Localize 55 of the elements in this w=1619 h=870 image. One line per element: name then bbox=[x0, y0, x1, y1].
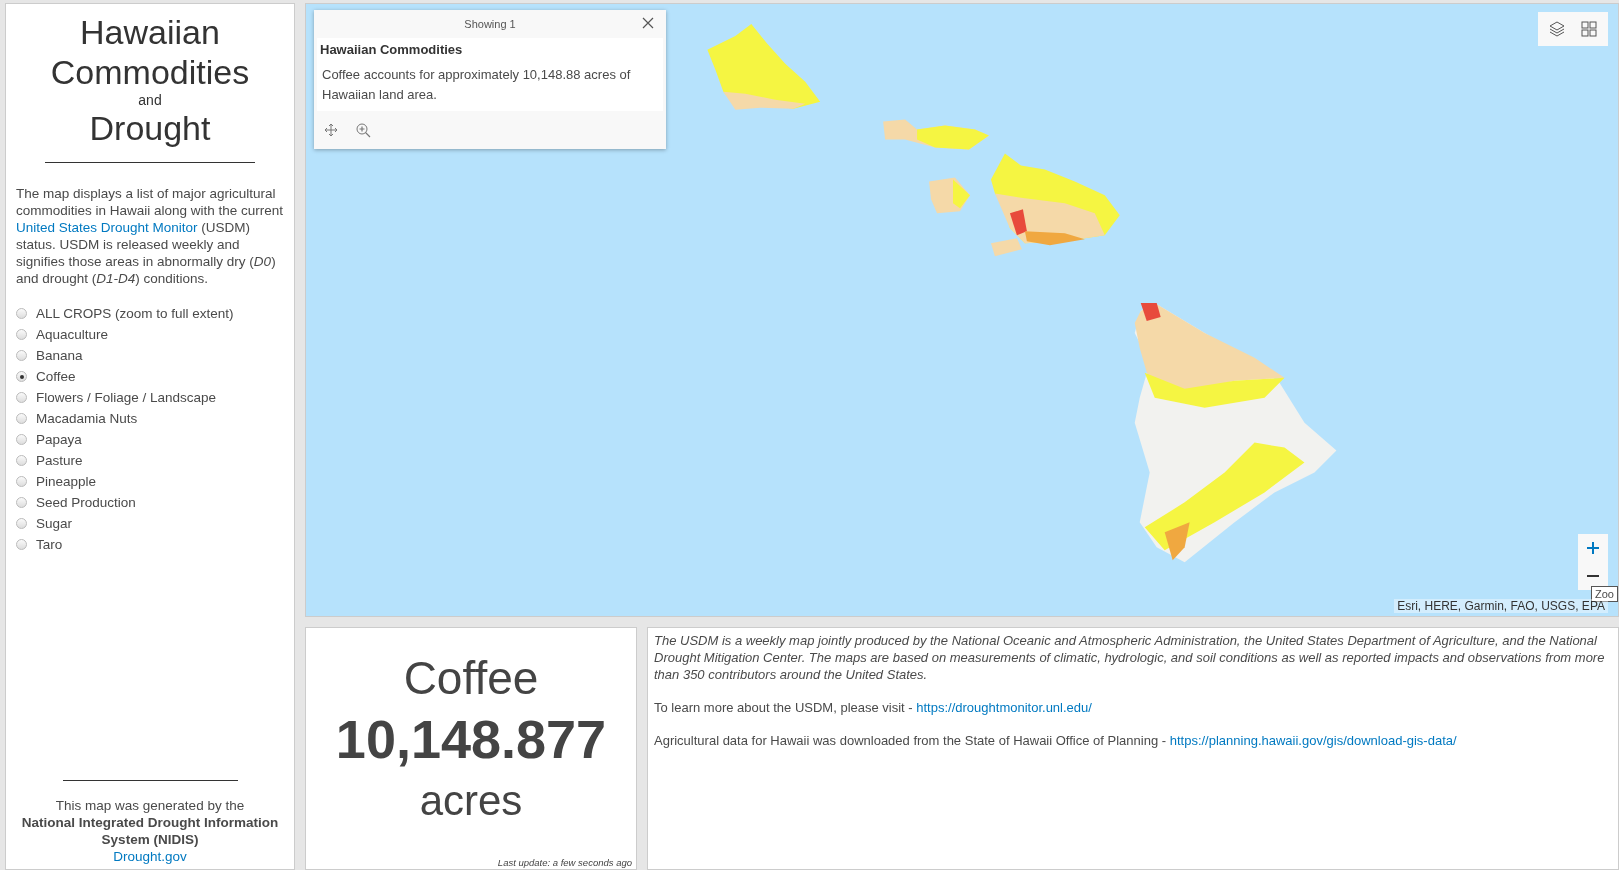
layers-icon[interactable] bbox=[1548, 20, 1566, 38]
crop-radio-option[interactable]: Aquaculture bbox=[16, 326, 284, 343]
crop-radio-option[interactable]: Taro bbox=[16, 536, 284, 553]
radio-icon[interactable] bbox=[16, 455, 27, 466]
tooltip: Zoo bbox=[1591, 586, 1618, 602]
data-source-text: Agricultural data for Hawaii was downloaded from the State of Hawaii Office of Planning - https://planning.hawaii.gov/gis/download-gis-data/ bbox=[654, 732, 1458, 749]
radio-icon[interactable] bbox=[16, 350, 27, 361]
radio-icon[interactable] bbox=[16, 476, 27, 487]
zoom-in-icon[interactable] bbox=[356, 122, 371, 138]
usdm-link[interactable]: United States Drought Monitor bbox=[16, 220, 198, 235]
popup-title: Hawaiian Commodities bbox=[320, 42, 464, 57]
plus-icon bbox=[1586, 541, 1600, 555]
crop-radio-option[interactable]: Sugar bbox=[16, 515, 284, 532]
drought-gov-link[interactable]: Drought.gov bbox=[113, 848, 187, 865]
crop-radio-option[interactable]: Pineapple bbox=[16, 473, 284, 490]
crop-radio-option[interactable]: Flowers / Foliage / Landscape bbox=[16, 389, 284, 406]
planning-link[interactable]: https://planning.hawaii.gov/gis/download-gis-data/ bbox=[1169, 733, 1457, 748]
radio-icon[interactable] bbox=[16, 413, 27, 424]
crop-radio-option[interactable]: Papaya bbox=[16, 431, 284, 448]
crop-radio-option[interactable]: Pasture bbox=[16, 452, 284, 469]
map-attribution: Esri, HERE, Garmin, FAO, USGS, EPA bbox=[1394, 599, 1608, 613]
acreage-value: 10,148.877 bbox=[335, 708, 607, 771]
organization-name: National Integrated Drought Information System (NIDIS) bbox=[20, 814, 280, 848]
usdm-description: The USDM is a weekly map jointly produced by the National Oceanic and Atmospheric Administration, the United States Department of Agriculture, and the National Drought Mitigation Center. The maps are based on measurements of climatic, hydrologic, and soil conditions as well as reported impacts and observations from more than 350 contributors around the United States. bbox=[654, 632, 1606, 683]
drought-monitor-link[interactable]: https://droughtmonitor.unl.edu/ bbox=[916, 700, 1092, 715]
radio-icon[interactable] bbox=[16, 371, 27, 382]
map-view[interactable]: Showing 1 Hawaiian Commodities Coffee accounts for approximately 10,148.88 acres of Hawaiian land area. Zoo Esri, HERE, Garmin, FAO, USGS, EPA bbox=[305, 3, 1619, 617]
radio-icon[interactable] bbox=[16, 308, 27, 319]
last-update-text: Last update: a few seconds ago bbox=[497, 857, 632, 868]
credit-text: This map was generated by the bbox=[55, 797, 245, 814]
radio-icon[interactable] bbox=[16, 434, 27, 445]
radio-icon[interactable] bbox=[16, 497, 27, 508]
popup-text: Coffee accounts for approximately 10,148.88 acres of Hawaiian land area. bbox=[321, 66, 632, 104]
title-text: Hawaiian bbox=[79, 12, 221, 52]
crop-radio-option[interactable]: Coffee bbox=[16, 368, 284, 385]
usdm-info-text: To learn more about the USDM, please visit - https://droughtmonitor.unl.edu/ bbox=[654, 699, 1093, 716]
unit-label: acres bbox=[419, 776, 523, 826]
radio-icon[interactable] bbox=[16, 392, 27, 403]
crop-radio-option[interactable]: Banana bbox=[16, 347, 284, 364]
crop-radio-option[interactable]: Seed Production bbox=[16, 494, 284, 511]
close-icon bbox=[642, 17, 654, 29]
crop-radio-option[interactable]: Macadamia Nuts bbox=[16, 410, 284, 427]
move-icon[interactable] bbox=[324, 123, 338, 137]
radio-icon[interactable] bbox=[16, 518, 27, 529]
commodity-name: Coffee bbox=[403, 651, 539, 706]
popup-count: Showing 1 bbox=[464, 18, 516, 30]
crop-radio-option[interactable]: ALL CROPS (zoom to full extent) bbox=[16, 305, 284, 322]
title-text: and bbox=[137, 92, 163, 108]
basemap-gallery-icon[interactable] bbox=[1580, 20, 1598, 38]
title-text: Drought bbox=[88, 108, 212, 148]
intro-paragraph: The map displays a list of major agricultural commodities in Hawaii along with the current United States Drought Monitor (USDM) status. USDM is released weekly and signifies those areas in abnormally dry (D0) and drought (D1-D4) conditions. bbox=[16, 185, 284, 287]
close-button[interactable] bbox=[642, 17, 654, 29]
radio-icon[interactable] bbox=[16, 539, 27, 550]
radio-icon[interactable] bbox=[16, 329, 27, 340]
title-text: Commodities bbox=[49, 52, 251, 92]
